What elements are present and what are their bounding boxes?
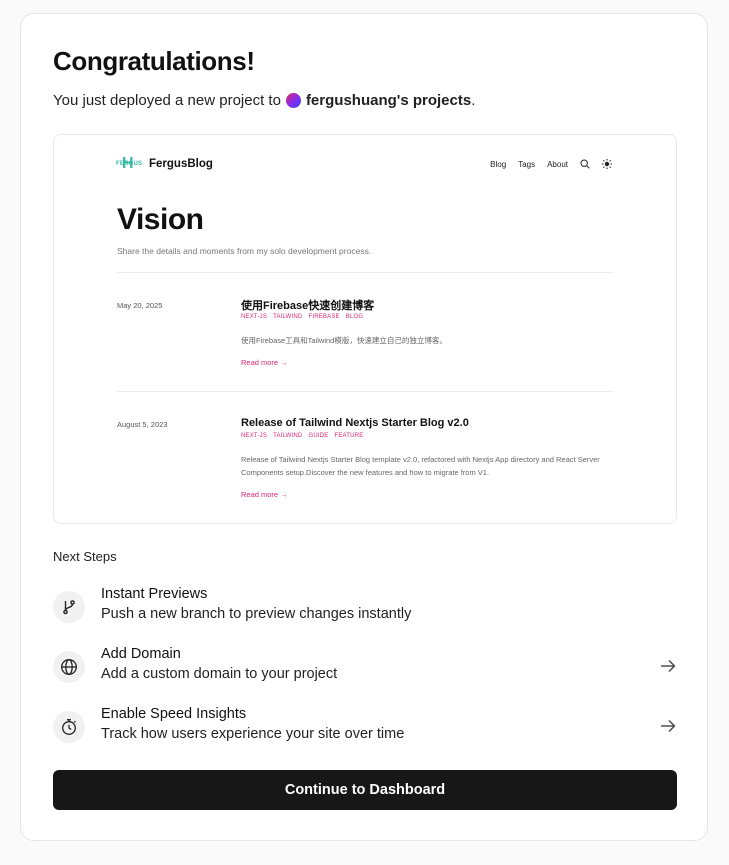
stopwatch-icon [53, 711, 85, 743]
deploy-subtitle: You just deployed a new project to fergu… [53, 92, 475, 109]
step-title: Instant Previews [101, 586, 208, 602]
post-date: May 20, 2025 [117, 301, 163, 310]
deployment-success-card: Congratulations! You just deployed a new… [20, 13, 708, 841]
next-step-instant-previews[interactable]: Instant Previews Push a new branch to pr… [53, 585, 677, 629]
globe-icon [53, 651, 85, 683]
preview-logo: H FERGUS FergusBlog [116, 156, 213, 172]
post-tag: TAILWIND [273, 314, 303, 320]
read-more-link: Read more → [241, 358, 288, 367]
post-tags: NEXT-JS TAILWIND FIREBASE BLOG [241, 314, 369, 320]
post-tag: NEXT-JS [241, 314, 268, 320]
preview-nav-tags: Tags [518, 159, 536, 169]
preview-divider [117, 272, 614, 273]
preview-nav-blog: Blog [490, 159, 507, 169]
sun-icon [602, 159, 612, 169]
preview-site-name: FergusBlog [149, 158, 213, 170]
subtitle-prefix: You just deployed a new project to [53, 92, 281, 109]
step-title: Add Domain [101, 646, 181, 662]
next-steps-label: Next Steps [53, 549, 117, 564]
post-date: August 5, 2023 [117, 420, 168, 429]
team-name-link[interactable]: fergushuang's projects [306, 92, 471, 109]
preview-heading: Vision [117, 203, 204, 236]
next-step-speed-insights[interactable]: Enable Speed Insights Track how users ex… [53, 705, 677, 749]
post-tag: BLOG [345, 314, 364, 320]
post-tag: NEXT-JS [241, 433, 268, 439]
team-avatar [285, 93, 301, 108]
post-tag: GUIDE [308, 433, 329, 439]
preview-nav-about: About [547, 159, 568, 169]
preview-description: Share the details and moments from my so… [117, 246, 372, 256]
step-title: Enable Speed Insights [101, 706, 247, 722]
continue-to-dashboard-button[interactable]: Continue to Dashboard [53, 770, 677, 810]
arrow-right-icon[interactable] [659, 657, 677, 675]
post-summary: Release of Tailwind Nextjs Starter Blog … [241, 455, 600, 477]
page-title: Congratulations! [53, 46, 255, 76]
deployment-preview[interactable]: H FERGUS FergusBlog Blog Tags About Visio… [53, 134, 677, 524]
preview-divider [117, 391, 614, 392]
post-summary: 使用Firebase工具和Tailwind模版，快速建立自己的独立博客。 [241, 336, 447, 345]
search-icon [580, 159, 590, 169]
preview-nav: Blog Tags About [478, 159, 612, 169]
post-tag: FEATURE [334, 433, 364, 439]
step-description: Push a new branch to preview changes ins… [101, 606, 412, 622]
next-step-add-domain[interactable]: Add Domain Add a custom domain to your p… [53, 645, 677, 689]
post-tags: NEXT-JS TAILWIND GUIDE FEATURE [241, 433, 369, 439]
subtitle-suffix: . [471, 92, 476, 109]
git-branch-icon [53, 591, 85, 623]
arrow-right-icon[interactable] [659, 717, 677, 735]
post-tag: FIREBASE [308, 314, 340, 320]
post-title: Release of Tailwind Nextjs Starter Blog … [241, 417, 469, 429]
step-description: Add a custom domain to your project [101, 666, 338, 682]
post-tag: TAILWIND [273, 433, 303, 439]
post-title: 使用Firebase快速创建博客 [241, 300, 375, 312]
step-description: Track how users experience your site ove… [101, 726, 405, 742]
blog-logo-icon: H FERGUS [116, 155, 143, 172]
read-more-link: Read more → [241, 490, 288, 499]
